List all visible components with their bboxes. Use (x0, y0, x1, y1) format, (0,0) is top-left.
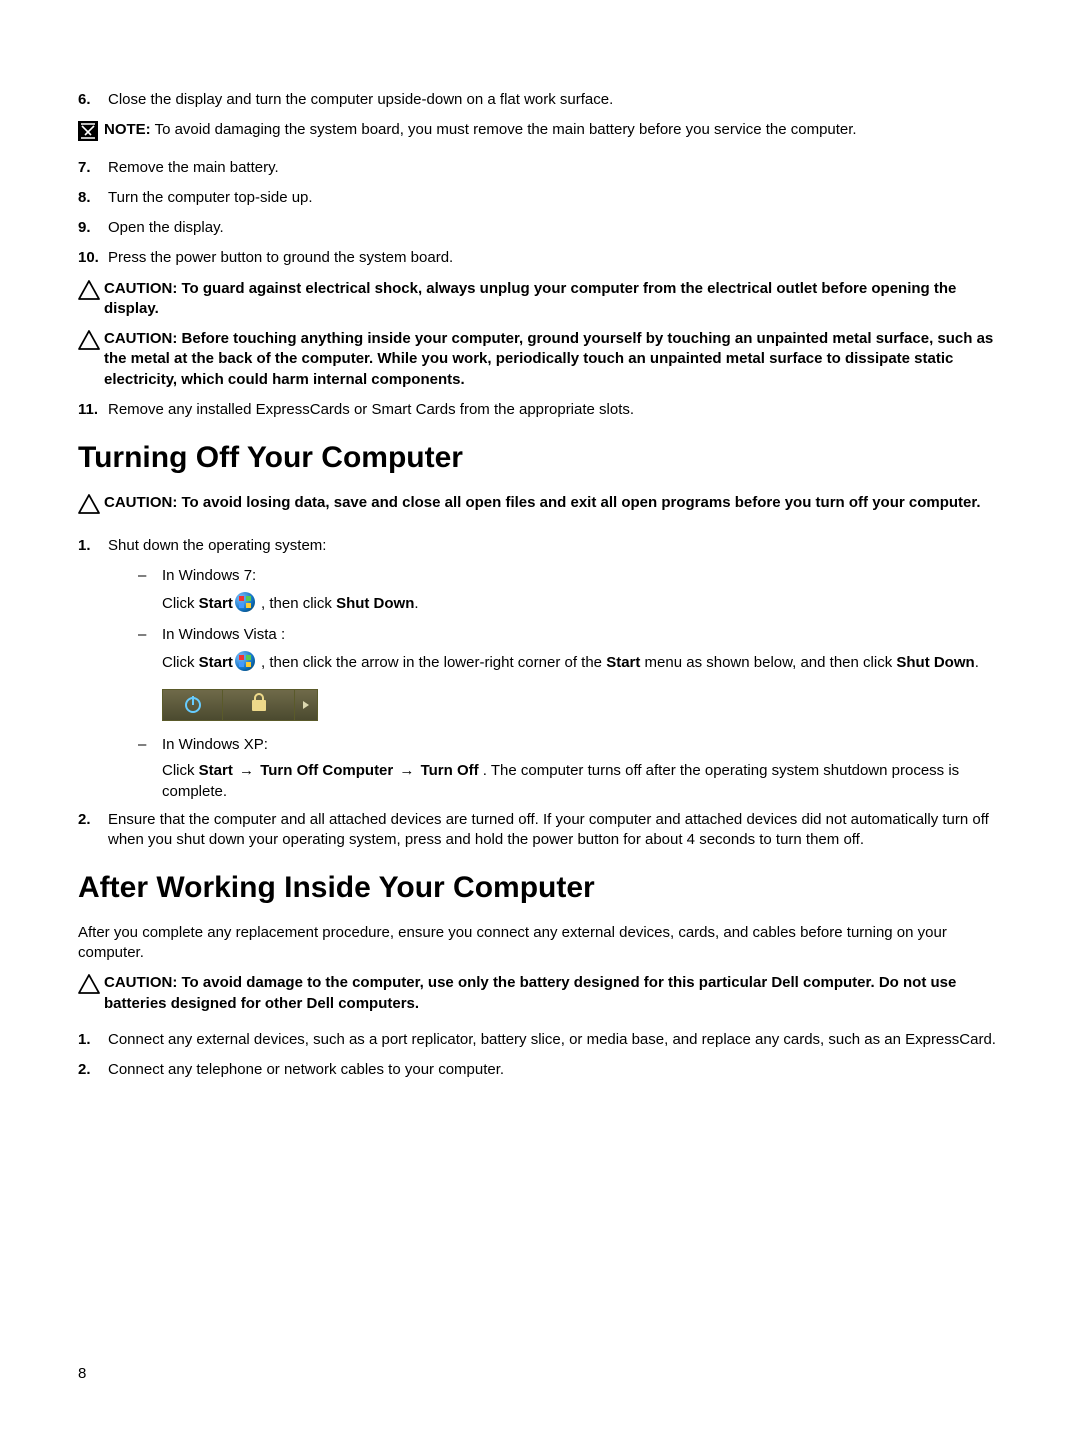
caution-icon (78, 280, 104, 306)
step-text: Shut down the operating system: (108, 536, 1002, 556)
caution-text: CAUTION: To avoid damage to the computer… (104, 973, 1002, 1014)
os-sublist: – In Windows 7: Click Start , then click… (138, 566, 1002, 802)
step-item: 10. Press the power button to ground the… (78, 248, 1002, 268)
windows-vista-item: – In Windows Vista : (138, 625, 1002, 645)
text: Click (162, 762, 199, 779)
start-label: Start (199, 762, 233, 779)
windows-vista-instruction: Click Start , then click the arrow in th… (162, 651, 1002, 673)
step-number: 6. (78, 90, 108, 110)
note-callout: NOTE: To avoid damaging the system board… (78, 120, 1002, 147)
heading-after-working: After Working Inside Your Computer (78, 868, 1002, 909)
caution-body: To avoid damage to the computer, use onl… (104, 974, 956, 1011)
step-text: Ensure that the computer and all attache… (108, 810, 1002, 851)
caution-text: CAUTION: Before touching anything inside… (104, 329, 1002, 390)
arrow-icon: → (395, 762, 418, 779)
step-item: 1. Shut down the operating system: (78, 536, 1002, 556)
step-text: Close the display and turn the computer … (108, 90, 1002, 110)
turn-off-label: Turn Off (421, 762, 479, 779)
windows-xp-instruction: Click Start → Turn Off Computer → Turn O… (162, 761, 1002, 802)
windows-start-orb-icon (235, 592, 255, 612)
caution-icon (78, 494, 104, 520)
dash: – (138, 735, 162, 802)
windows-xp-label: In Windows XP: (162, 735, 1002, 755)
caution-callout: CAUTION: To avoid losing data, save and … (78, 493, 1002, 520)
step-text: Connect any telephone or network cables … (108, 1060, 1002, 1080)
page-number: 8 (78, 1364, 86, 1384)
windows-vista-label: In Windows Vista : (162, 625, 1002, 645)
step-number: 1. (78, 536, 108, 556)
vista-shutdown-bar-image (162, 689, 318, 721)
note-text: NOTE: To avoid damaging the system board… (104, 120, 1002, 140)
step-number: 8. (78, 188, 108, 208)
caution-prefix: CAUTION: (104, 280, 182, 297)
shut-down-label: Shut Down (896, 654, 974, 671)
caution-icon (78, 974, 104, 1000)
step-item: 2. Connect any telephone or network cabl… (78, 1060, 1002, 1080)
windows7-instruction: Click Start , then click Shut Down. (162, 592, 1002, 614)
step-number: 1. (78, 1030, 108, 1050)
caution-body: Before touching anything inside your com… (104, 330, 993, 388)
step-item: 8. Turn the computer top-side up. (78, 188, 1002, 208)
start-label: Start (199, 654, 233, 671)
dash: – (138, 625, 162, 645)
windows7-item: – In Windows 7: (138, 566, 1002, 586)
step-text: Remove the main battery. (108, 158, 1002, 178)
text: . (975, 654, 979, 671)
text: Click (162, 595, 199, 612)
step-number: 11. (78, 400, 108, 420)
text: , then click (257, 595, 336, 612)
caution-prefix: CAUTION: (104, 974, 182, 991)
note-icon (78, 121, 104, 147)
caution-text: CAUTION: To avoid losing data, save and … (104, 493, 1002, 513)
step-item: 2. Ensure that the computer and all atta… (78, 810, 1002, 851)
step-number: 10. (78, 248, 108, 268)
heading-turning-off: Turning Off Your Computer (78, 438, 1002, 479)
note-body: To avoid damaging the system board, you … (151, 121, 857, 138)
windows-xp-item: – In Windows XP: Click Start → Turn Off … (138, 735, 1002, 802)
step-item: 1. Connect any external devices, such as… (78, 1030, 1002, 1050)
step-number: 2. (78, 810, 108, 851)
arrow-icon: → (235, 762, 258, 779)
start-label: Start (199, 595, 233, 612)
step-text: Press the power button to ground the sys… (108, 248, 1002, 268)
caution-prefix: CAUTION: (104, 494, 182, 511)
step-item: 7. Remove the main battery. (78, 158, 1002, 178)
windows-start-orb-icon (235, 651, 255, 671)
caution-callout: CAUTION: To guard against electrical sho… (78, 279, 1002, 320)
text: Click (162, 654, 199, 671)
step-number: 7. (78, 158, 108, 178)
after-paragraph: After you complete any replacement proce… (78, 923, 1002, 964)
caution-callout: CAUTION: Before touching anything inside… (78, 329, 1002, 390)
caution-body: To guard against electrical shock, alway… (104, 280, 956, 317)
step-number: 2. (78, 1060, 108, 1080)
start-label: Start (606, 654, 640, 671)
step-text: Remove any installed ExpressCards or Sma… (108, 400, 1002, 420)
caution-body: To avoid losing data, save and close all… (182, 494, 981, 511)
step-text: Connect any external devices, such as a … (108, 1030, 1002, 1050)
text: menu as shown below, and then click (640, 654, 896, 671)
step-text: Turn the computer top-side up. (108, 188, 1002, 208)
text: . (414, 595, 418, 612)
step-item: 6. Close the display and turn the comput… (78, 90, 1002, 110)
note-prefix: NOTE: (104, 121, 151, 138)
step-item: 11. Remove any installed ExpressCards or… (78, 400, 1002, 420)
lock-button-icon (223, 690, 295, 720)
dash: – (138, 566, 162, 586)
step-text: Open the display. (108, 218, 1002, 238)
turn-off-computer-label: Turn Off Computer (260, 762, 393, 779)
shut-down-label: Shut Down (336, 595, 414, 612)
caution-text: CAUTION: To guard against electrical sho… (104, 279, 1002, 320)
caution-icon (78, 330, 104, 356)
text: , then click the arrow in the lower-righ… (257, 654, 606, 671)
step-item: 9. Open the display. (78, 218, 1002, 238)
step-number: 9. (78, 218, 108, 238)
power-button-icon (163, 690, 223, 720)
arrow-button-icon (295, 690, 317, 720)
caution-callout: CAUTION: To avoid damage to the computer… (78, 973, 1002, 1014)
windows7-label: In Windows 7: (162, 566, 1002, 586)
caution-prefix: CAUTION: (104, 330, 182, 347)
